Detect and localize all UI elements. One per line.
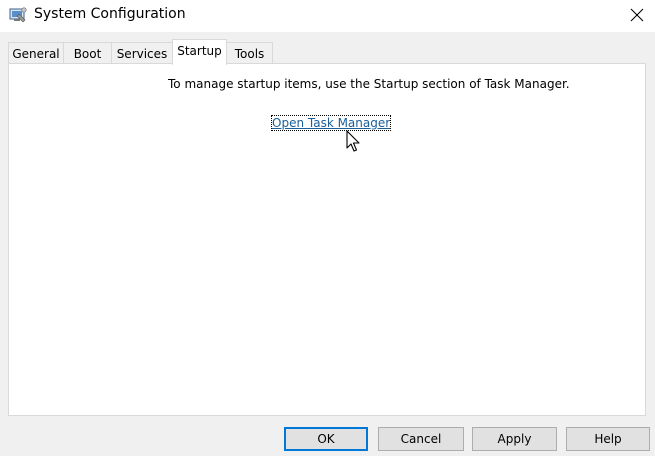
tab-services[interactable]: Services bbox=[111, 42, 173, 64]
close-icon bbox=[630, 8, 644, 22]
startup-message: To manage startup items, use the Startup… bbox=[168, 77, 570, 91]
tab-tools[interactable]: Tools bbox=[226, 42, 273, 64]
tab-boot[interactable]: Boot bbox=[63, 42, 112, 64]
cancel-button[interactable]: Cancel bbox=[378, 427, 464, 451]
apply-button[interactable]: Apply bbox=[472, 427, 557, 451]
ok-button[interactable]: OK bbox=[284, 427, 368, 451]
title-bar: System Configuration bbox=[0, 0, 655, 32]
startup-tab-panel: To manage startup items, use the Startup… bbox=[8, 63, 646, 416]
window-title: System Configuration bbox=[34, 6, 186, 22]
tab-general[interactable]: General bbox=[8, 42, 64, 64]
close-button[interactable] bbox=[620, 0, 654, 30]
open-task-manager-link[interactable]: Open Task Manager bbox=[270, 115, 392, 131]
tab-startup[interactable]: Startup bbox=[172, 39, 227, 65]
help-button[interactable]: Help bbox=[566, 427, 650, 451]
system-configuration-icon bbox=[9, 6, 27, 24]
mouse-pointer-icon bbox=[346, 130, 362, 154]
system-configuration-window: System Configuration General Boot Servic… bbox=[0, 0, 655, 456]
